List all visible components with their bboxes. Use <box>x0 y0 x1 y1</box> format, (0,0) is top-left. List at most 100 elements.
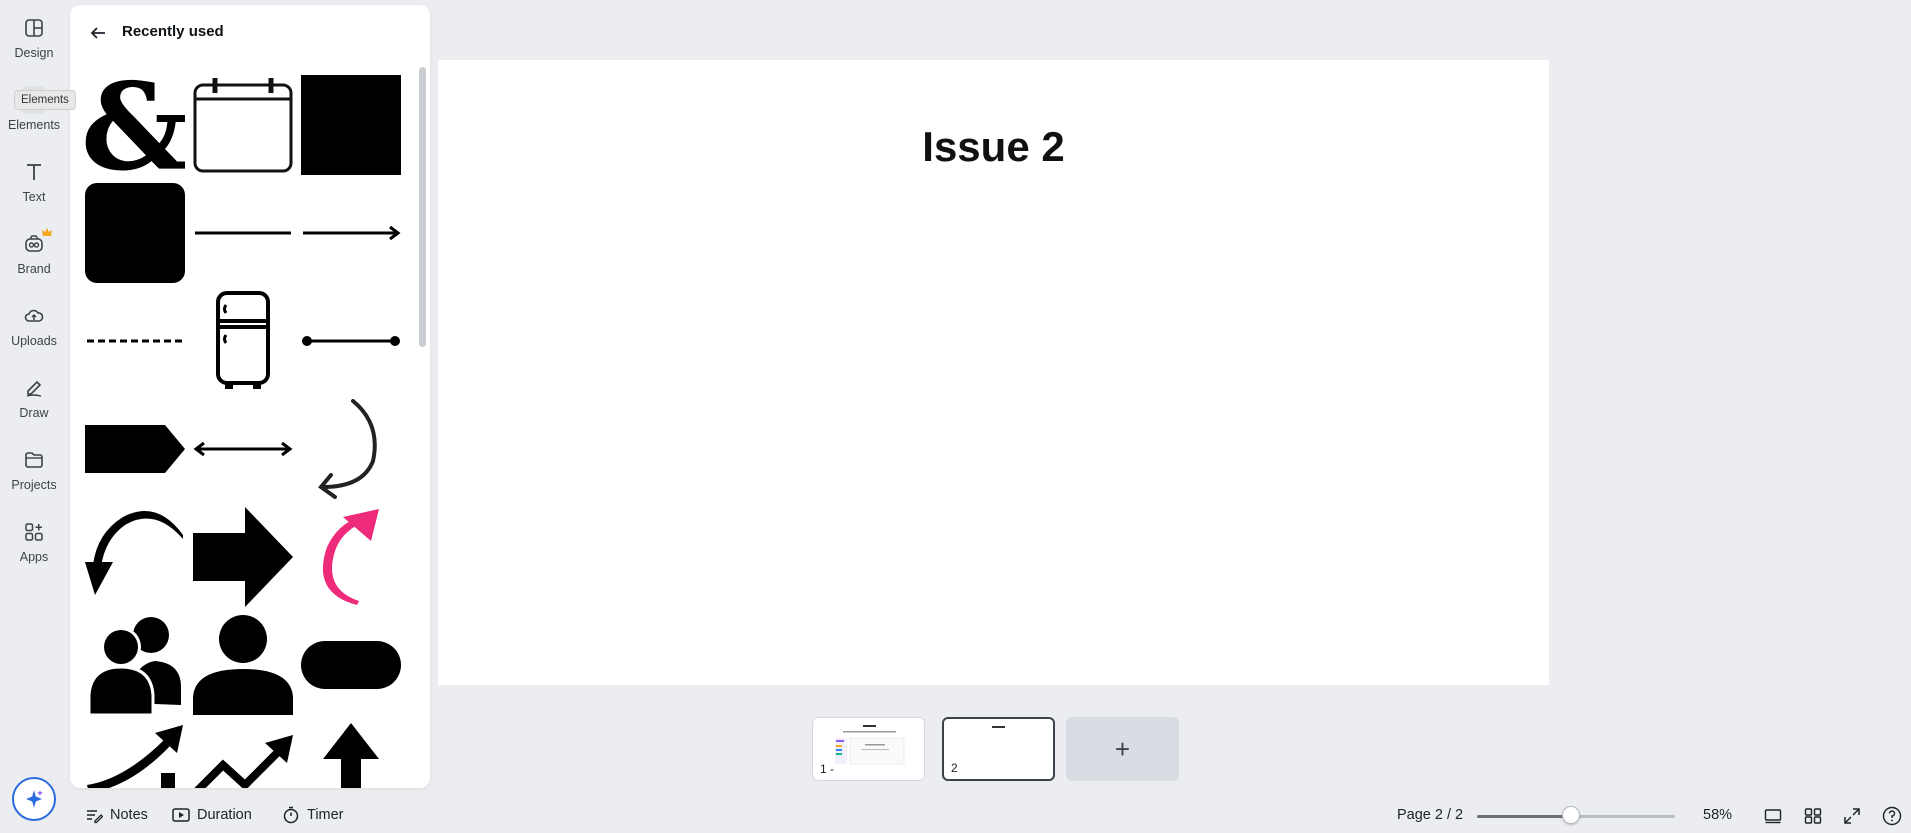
element-double-arrow[interactable] <box>193 399 293 499</box>
element-black-square[interactable] <box>301 75 401 175</box>
scrollbar-thumb[interactable] <box>419 67 426 347</box>
uploads-icon <box>20 302 48 330</box>
element-rounded-square[interactable] <box>85 183 185 283</box>
curved-arrow-outline-icon <box>318 399 377 499</box>
pink-curved-arrow-icon <box>322 509 379 605</box>
rail-text-label: Text <box>22 190 46 204</box>
double-arrow-shape-icon <box>193 441 293 457</box>
element-dot-line[interactable] <box>301 291 401 391</box>
element-dashed-line[interactable] <box>85 291 185 391</box>
element-people-group[interactable] <box>85 615 185 715</box>
pages-view-button[interactable] <box>1763 806 1783 826</box>
rail-apps[interactable]: Apps <box>0 504 68 566</box>
element-block-arrow[interactable] <box>193 507 293 607</box>
pill-shape-icon <box>301 641 401 689</box>
square-shape-icon <box>301 75 401 175</box>
projects-icon <box>20 446 48 474</box>
notes-label: Notes <box>110 807 148 823</box>
person-icon <box>193 615 293 715</box>
page-2-preview-icon <box>992 726 1005 728</box>
element-line[interactable] <box>193 183 293 283</box>
rail-draw-label: Draw <box>19 406 49 420</box>
element-fridge[interactable] <box>193 291 293 391</box>
notes-button[interactable]: Notes <box>85 806 148 824</box>
rail-draw[interactable]: Draw <box>0 360 68 422</box>
elements-panel: Recently used & <box>70 5 430 788</box>
element-curved-arrow-outline[interactable] <box>301 399 401 499</box>
add-page-button[interactable]: + <box>1066 717 1179 781</box>
play-icon <box>172 808 190 822</box>
rail-projects[interactable]: Projects <box>0 432 68 494</box>
rail-text[interactable]: Text <box>0 144 68 206</box>
element-trend-line-arrow[interactable] <box>193 723 293 788</box>
page-1-number: 1 - <box>820 762 835 776</box>
page-view-icon <box>1764 809 1782 824</box>
arrow-left-icon <box>90 27 105 39</box>
zoom-slider-handle[interactable] <box>1562 806 1580 824</box>
fullscreen-button[interactable] <box>1842 806 1862 826</box>
block-arrow-shape-icon <box>193 507 293 607</box>
timer-icon <box>283 806 299 824</box>
ampersand-shape-icon: & <box>85 75 185 175</box>
rail-brand-label: Brand <box>17 262 51 276</box>
element-pill-shape[interactable] <box>301 615 401 715</box>
rail-brand[interactable]: Brand <box>0 216 68 278</box>
page-thumbnail-2[interactable]: 2 <box>942 717 1055 781</box>
element-curved-arrow-brush[interactable] <box>85 507 185 607</box>
apps-icon <box>20 518 48 546</box>
panel-title: Recently used <box>122 23 224 40</box>
rail-design[interactable]: Design <box>0 0 68 62</box>
back-button[interactable] <box>88 23 108 43</box>
up-arrow-icon <box>323 723 379 788</box>
rail-elements-label: Elements <box>7 118 61 132</box>
design-canvas[interactable]: Issue 2 <box>438 60 1549 685</box>
timer-label: Timer <box>307 807 344 823</box>
duration-label: Duration <box>197 807 252 823</box>
growth-chart-arrow-icon <box>87 725 183 788</box>
zoom-value[interactable]: 58% <box>1703 807 1732 823</box>
element-up-arrow[interactable] <box>301 723 401 788</box>
grid-view-button[interactable] <box>1803 806 1823 826</box>
element-arrow-line[interactable] <box>301 183 401 283</box>
panel-scrollbar[interactable] <box>418 61 426 788</box>
element-tag-shape[interactable] <box>85 399 185 499</box>
rail-apps-label: Apps <box>19 550 49 564</box>
notes-icon <box>87 810 103 824</box>
arrow-line-shape-icon <box>303 225 401 241</box>
page-2-number: 2 <box>951 761 958 775</box>
plus-icon: + <box>1114 733 1131 764</box>
help-icon <box>1882 806 1902 826</box>
canvas-title[interactable]: Issue 2 <box>438 123 1549 171</box>
rail-uploads-label: Uploads <box>11 334 57 348</box>
people-group-icon <box>87 617 181 715</box>
rail-design-label: Design <box>14 46 54 60</box>
fridge-shape-icon <box>216 291 270 389</box>
page-indicator[interactable]: Page 2 / 2 <box>1397 807 1463 823</box>
recent-elements-grid: & <box>85 75 405 788</box>
left-rail: Design Elements Text Brand Uploads Draw <box>0 0 68 833</box>
timer-button[interactable]: Timer <box>282 806 344 824</box>
duration-button[interactable]: Duration <box>172 806 252 824</box>
zoom-slider-fill <box>1477 815 1571 818</box>
crown-icon <box>42 228 52 236</box>
help-button[interactable] <box>1882 806 1902 826</box>
tag-shape-icon <box>85 425 185 473</box>
curved-arrow-brush-icon <box>85 511 183 595</box>
rail-uploads[interactable]: Uploads <box>0 288 68 350</box>
text-icon <box>20 158 48 186</box>
trend-line-arrow-icon <box>194 735 293 788</box>
dot-line-shape-icon <box>302 336 400 346</box>
rounded-square-shape-icon <box>85 183 185 283</box>
expand-icon <box>1844 808 1860 824</box>
element-ampersand[interactable]: & <box>85 75 185 175</box>
svg-text:&: & <box>85 75 185 175</box>
draw-icon <box>20 374 48 402</box>
grid-view-icon <box>1804 808 1822 824</box>
element-calendar[interactable] <box>193 75 293 175</box>
calendar-shape-icon <box>193 78 293 173</box>
element-person[interactable] <box>193 615 293 715</box>
element-growth-chart-arrow[interactable] <box>85 723 185 788</box>
element-pink-curved-arrow[interactable] <box>301 507 401 607</box>
line-shape-icon <box>195 231 291 235</box>
page-thumbnail-1[interactable]: 1 - <box>812 717 925 781</box>
